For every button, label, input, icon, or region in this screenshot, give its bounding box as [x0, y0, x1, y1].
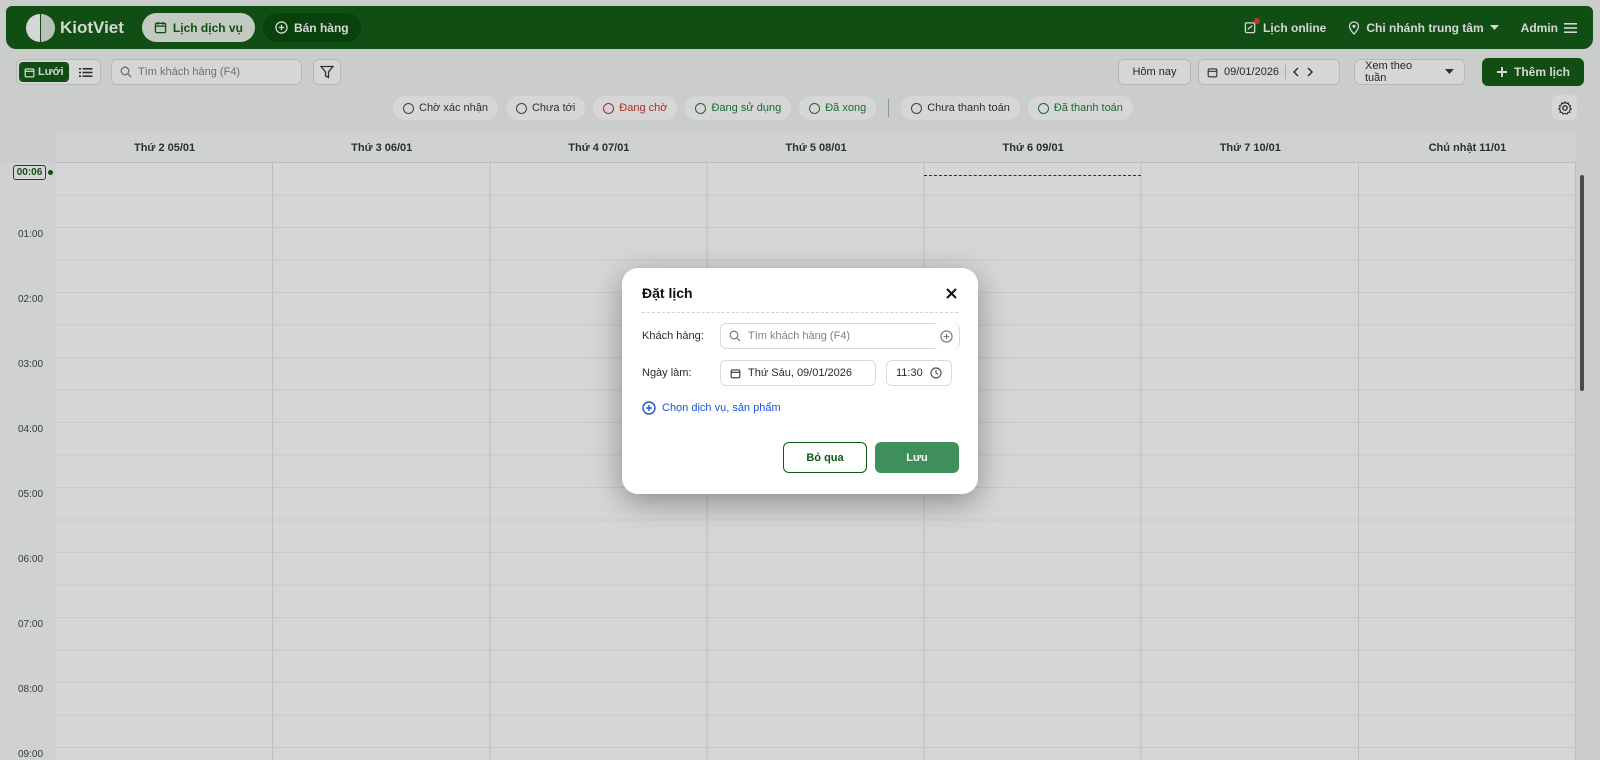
save-label: Lưu — [906, 451, 928, 464]
close-button[interactable] — [942, 284, 960, 302]
date-value: Thứ Sáu, 09/01/2026 — [748, 367, 852, 379]
add-customer-button[interactable] — [935, 325, 957, 347]
date-picker-field[interactable]: Thứ Sáu, 09/01/2026 — [720, 360, 876, 386]
calendar-icon — [730, 368, 741, 378]
save-button[interactable]: Lưu — [875, 442, 959, 473]
clock-icon — [930, 367, 942, 379]
plus-circle-icon — [642, 401, 656, 415]
close-icon — [945, 287, 957, 299]
dialog-divider — [642, 312, 958, 313]
search-icon — [729, 330, 741, 342]
plus-circle-icon — [939, 329, 953, 343]
add-service-label: Chọn dịch vụ, sản phẩm — [662, 402, 781, 414]
cancel-button[interactable]: Bỏ qua — [783, 442, 867, 473]
dialog-title: Đặt lịch — [642, 285, 693, 301]
time-value: 11:30 — [896, 367, 923, 379]
customer-label: Khách hàng: — [642, 330, 704, 342]
customer-search-field[interactable]: Tìm khách hàng (F4) — [720, 323, 960, 349]
cancel-label: Bỏ qua — [806, 451, 844, 464]
customer-placeholder: Tìm khách hàng (F4) — [748, 330, 851, 342]
date-label: Ngày làm: — [642, 367, 692, 379]
booking-dialog: Đặt lịch Khách hàng: Tìm khách hàng (F4)… — [622, 268, 978, 494]
time-picker-field[interactable]: 11:30 — [886, 360, 952, 386]
add-service-link[interactable]: Chọn dịch vụ, sản phẩm — [642, 401, 781, 415]
